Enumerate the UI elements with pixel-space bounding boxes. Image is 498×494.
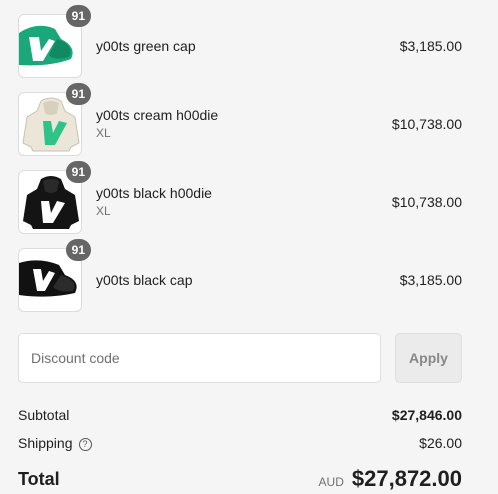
product-variant: XL [96, 204, 111, 218]
product-name: y00ts cream h00die [96, 107, 219, 123]
cart-item: 91 y00ts black cap $3,185.00 [18, 239, 462, 312]
subtotal-value: $27,846.00 [391, 407, 462, 423]
product-variant: XL [96, 126, 111, 140]
product-name: y00ts black h00die [96, 185, 212, 201]
product-thumbnail: 91 [18, 5, 91, 78]
total-label: Total [18, 468, 60, 489]
cart-items: 91 y00ts green cap $3,185.00 91 y00ts cr… [18, 5, 462, 326]
product-price: $10,738.00 [391, 194, 462, 210]
order-summary: Subtotal $27,846.00 Shipping? $26.00 Tot… [18, 404, 462, 494]
product-price: $10,738.00 [391, 116, 462, 132]
product-price: $3,185.00 [399, 38, 462, 54]
product-name: y00ts green cap [96, 38, 196, 54]
subtotal-row: Subtotal $27,846.00 [18, 404, 462, 426]
cart-item: 91 y00ts cream h00die XL $10,738.00 [18, 83, 462, 156]
product-thumbnail: 91 [18, 239, 91, 312]
question-circle-icon[interactable]: ? [78, 438, 92, 451]
cart-item: 91 y00ts black h00die XL $10,738.00 [18, 161, 462, 234]
product-thumbnail: 91 [18, 83, 91, 156]
subtotal-label: Subtotal [18, 407, 70, 423]
shipping-value: $26.00 [419, 435, 462, 451]
shipping-row: Shipping? $26.00 [18, 432, 462, 454]
quantity-badge: 91 [65, 83, 91, 105]
total-value: $27,872.00 [351, 466, 462, 491]
quantity-badge: 91 [65, 239, 91, 261]
discount-code-input[interactable] [18, 333, 381, 383]
cart-item: 91 y00ts green cap $3,185.00 [18, 5, 462, 78]
apply-discount-button[interactable]: Apply [395, 333, 462, 383]
currency-code: AUD [318, 475, 344, 489]
total-row: Total AUD $27,872.00 [18, 464, 462, 494]
discount-section: Apply [18, 333, 462, 383]
shipping-label: Shipping [18, 435, 73, 451]
product-name: y00ts black cap [96, 272, 193, 288]
quantity-badge: 91 [65, 161, 91, 183]
quantity-badge: 91 [65, 5, 91, 27]
product-price: $3,185.00 [399, 272, 462, 288]
product-thumbnail: 91 [18, 161, 91, 234]
